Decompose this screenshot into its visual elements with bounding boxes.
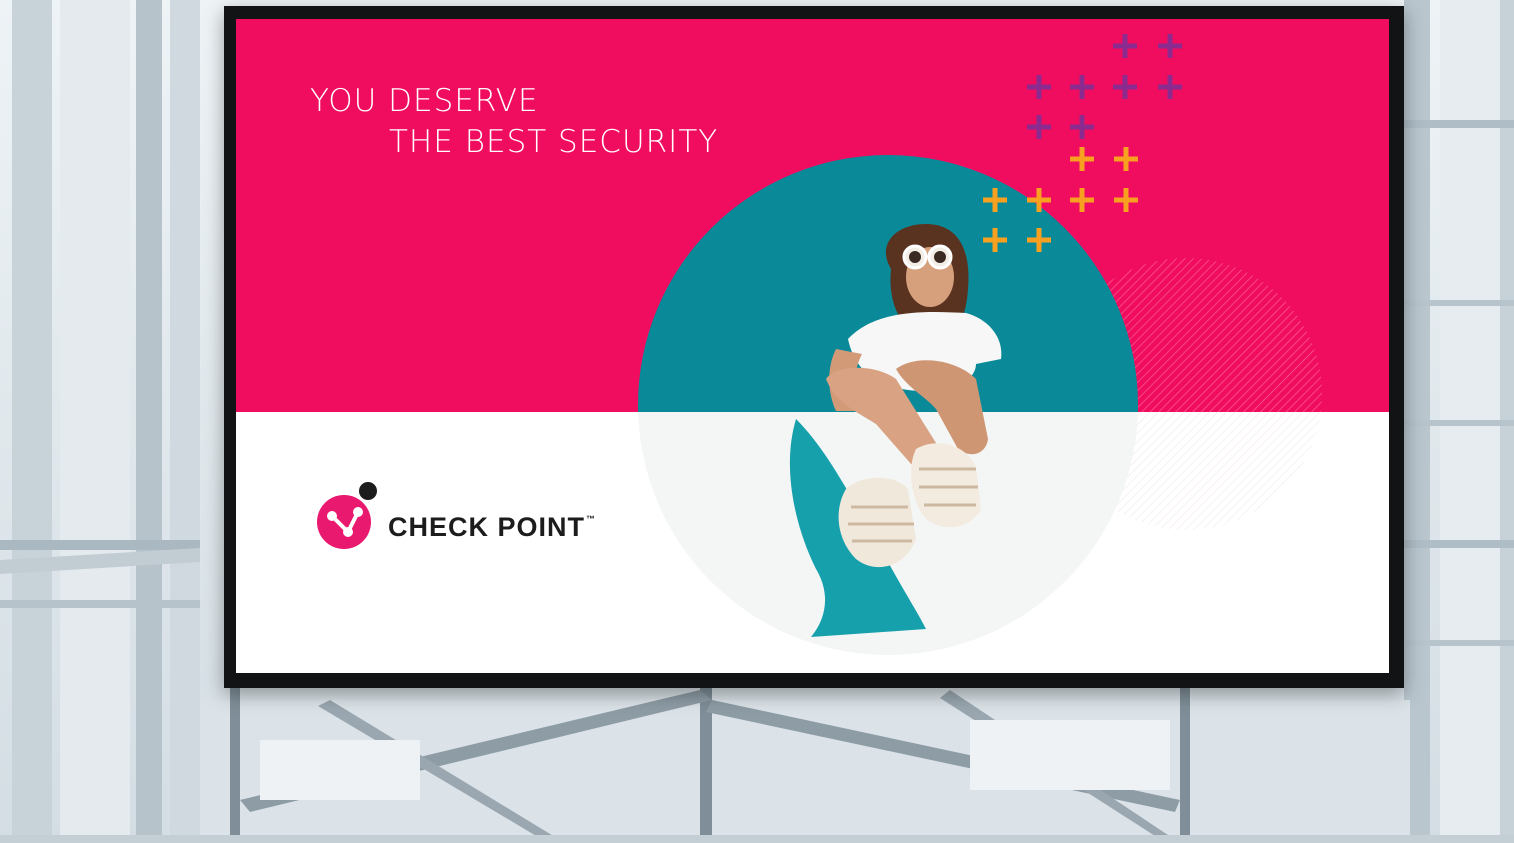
airport-hall-scene: YOU DESERVE THE BEST SECURITY CHECK POIN… bbox=[0, 0, 1514, 843]
trademark-symbol: ™ bbox=[586, 514, 597, 524]
headline-line-2: THE BEST SECURITY bbox=[389, 124, 719, 160]
headline-line-1: YOU DESERVE bbox=[310, 83, 539, 119]
brand-name: CHECK POINT™ bbox=[388, 512, 596, 543]
check-point-logo-icon bbox=[317, 482, 377, 549]
billboard-screen: YOU DESERVE THE BEST SECURITY CHECK POIN… bbox=[236, 19, 1389, 673]
brand-name-text: CHECK POINT bbox=[388, 512, 586, 542]
